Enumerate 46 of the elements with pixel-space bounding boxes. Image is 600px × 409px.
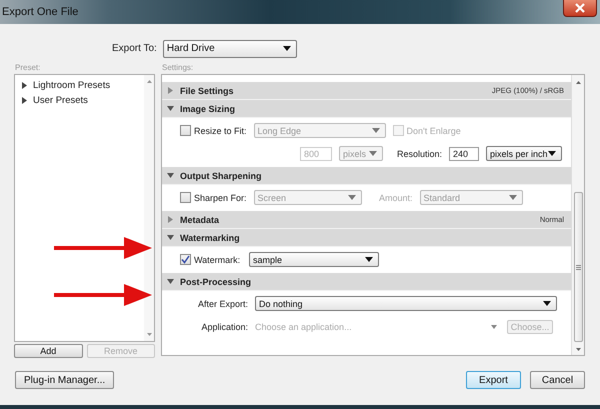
caret-icon	[543, 301, 551, 306]
close-button[interactable]	[563, 0, 597, 17]
caret-icon	[508, 195, 517, 200]
caret-icon	[372, 128, 380, 133]
checkbox-label: Sharpen For:	[194, 192, 247, 202]
caret-icon	[548, 151, 556, 156]
preset-button[interactable]: Add	[14, 344, 82, 358]
section-header[interactable]: Image Sizing	[162, 100, 571, 118]
section-header[interactable]: Output Sharpening	[162, 167, 571, 185]
caret-icon	[365, 257, 373, 262]
scroll-up-icon[interactable]	[576, 81, 580, 84]
settings-label: Settings:	[162, 63, 194, 74]
scroll-down-icon[interactable]	[576, 348, 580, 351]
checkbox[interactable]	[180, 254, 191, 265]
checkbox[interactable]	[180, 125, 191, 136]
section-header[interactable]: Watermarking	[162, 229, 571, 247]
section-header[interactable]: Post-Processing	[162, 273, 571, 291]
window-title: Export One File	[1, 6, 78, 18]
caret-icon	[282, 46, 291, 51]
checkbox-label: Watermark:	[194, 254, 240, 264]
checkbox-label: Resize to Fit:	[194, 126, 247, 136]
caret-icon	[348, 195, 356, 200]
field-label: Application:	[200, 322, 248, 332]
preset-folder[interactable]: User Presets	[21, 93, 144, 108]
dropdown[interactable]: Do nothing	[255, 296, 557, 311]
preset-label: Preset:	[15, 63, 42, 74]
scroll-up-icon[interactable]	[146, 80, 152, 83]
scroll-down-icon[interactable]	[146, 333, 152, 336]
export-to-label: Export To:	[112, 43, 157, 54]
preset-folder[interactable]: Lightroom Presets	[21, 78, 144, 93]
field-label: Amount:	[378, 192, 413, 202]
field-label: Resolution:	[396, 148, 442, 158]
caret-icon	[369, 151, 377, 156]
field-label: After Export:	[196, 298, 248, 308]
dropdown[interactable]: sample	[249, 252, 379, 267]
close-icon	[574, 3, 586, 13]
scrollbar[interactable]	[571, 75, 584, 355]
dialog-button[interactable]: Cancel	[530, 371, 585, 389]
checkbox-label: Don't Enlarge	[406, 126, 461, 136]
caret-icon	[491, 324, 497, 328]
dialog-button[interactable]: Plug-in Manager...	[15, 371, 114, 389]
checkbox[interactable]	[180, 192, 191, 203]
dropdown[interactable]: pixels per inch	[486, 146, 562, 161]
export-to-dropdown[interactable]: Hard Drive	[162, 40, 297, 58]
input-field[interactable]: 240	[449, 146, 479, 160]
export-button[interactable]: Export	[466, 371, 521, 389]
